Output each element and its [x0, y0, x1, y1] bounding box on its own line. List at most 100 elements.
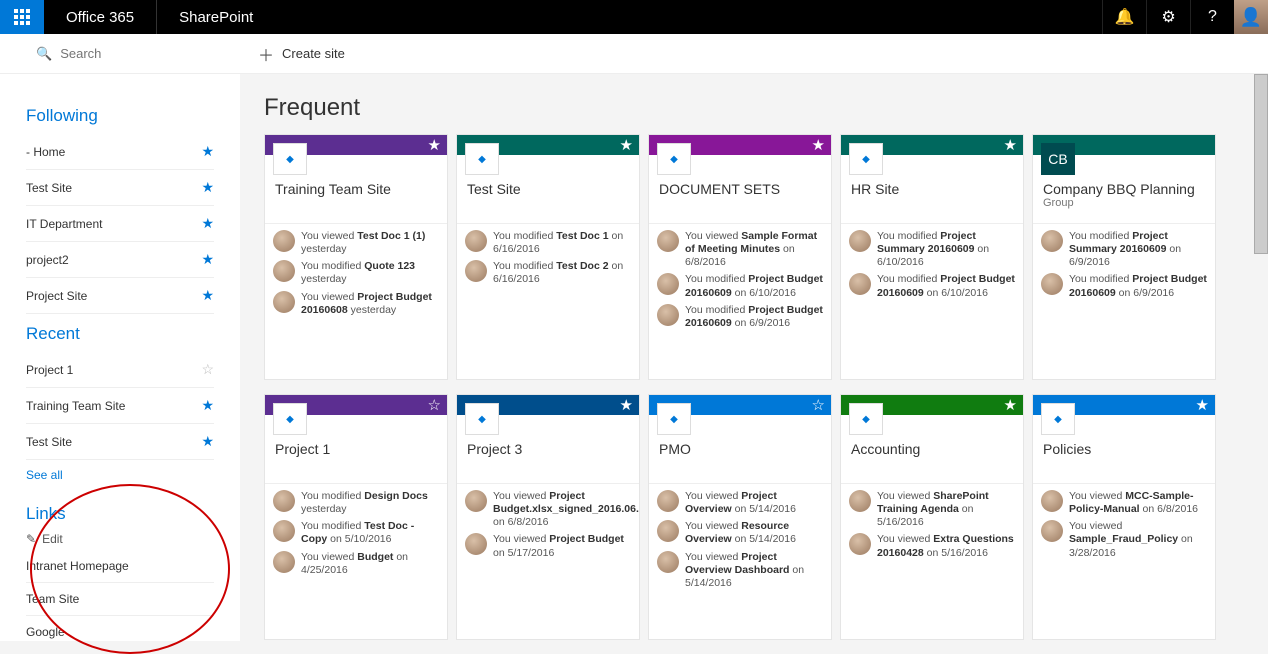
- tile-title: PMO: [659, 441, 821, 457]
- activity-item[interactable]: You viewed Project Budget 20160608 yeste…: [273, 291, 439, 317]
- site-tile[interactable]: ★◆HR SiteYou modified Project Summary 20…: [840, 134, 1024, 380]
- star-icon[interactable]: ★: [201, 397, 214, 414]
- sidebar-item[interactable]: IT Department★: [26, 206, 214, 242]
- question-icon: ?: [1208, 8, 1217, 26]
- star-icon[interactable]: ★: [201, 215, 214, 232]
- sidebar-item-label: Test Site: [26, 181, 72, 195]
- sidebar-item[interactable]: - Home★: [26, 134, 214, 170]
- follow-star-icon[interactable]: ★: [1196, 396, 1209, 414]
- site-logo: ◆: [273, 403, 307, 435]
- create-site-button[interactable]: ＋ Create site: [258, 42, 345, 66]
- activity-item[interactable]: You modified Project Budget 20160609 on …: [849, 273, 1015, 299]
- site-tile[interactable]: CBCompany BBQ PlanningGroupYou modified …: [1032, 134, 1216, 380]
- activity-avatar: [849, 533, 871, 555]
- tile-activity-list: You modified Project Summary 20160609 on…: [841, 223, 1023, 379]
- activity-item[interactable]: You viewed Budget on 4/25/2016: [273, 551, 439, 577]
- star-icon[interactable]: ★: [201, 143, 214, 160]
- sidebar-item[interactable]: Test Site ★: [26, 170, 214, 206]
- see-all-link[interactable]: See all: [26, 460, 214, 482]
- activity-item[interactable]: You viewed Project Overview on 5/14/2016: [657, 490, 823, 516]
- activity-item[interactable]: You modified Project Budget 20160609 on …: [657, 304, 823, 330]
- follow-star-icon[interactable]: ☆: [428, 396, 441, 414]
- site-tile[interactable]: ★◆PoliciesYou viewed MCC-Sample-Policy-M…: [1032, 394, 1216, 640]
- activity-item[interactable]: You modified Design Docs yesterday: [273, 490, 439, 516]
- follow-star-icon[interactable]: ★: [1004, 136, 1017, 154]
- sidebar-item[interactable]: Project Site★: [26, 278, 214, 314]
- link-item[interactable]: Google: [26, 616, 214, 641]
- activity-avatar: [273, 230, 295, 252]
- tile-band: ★◆: [457, 135, 639, 155]
- site-logo: ◆: [657, 143, 691, 175]
- activity-text: You modified Quote 123 yesterday: [301, 260, 439, 286]
- tile-band: ★◆: [457, 395, 639, 415]
- activity-item[interactable]: You modified Test Doc 1 on 6/16/2016: [465, 230, 631, 256]
- sidebar-item-label: Test Site: [26, 435, 72, 449]
- follow-star-icon[interactable]: ★: [620, 136, 633, 154]
- activity-avatar: [657, 273, 679, 295]
- star-icon[interactable]: ★: [201, 287, 214, 304]
- activity-item[interactable]: You viewed Project Budget on 5/17/2016: [465, 533, 631, 559]
- recent-header: Recent: [26, 324, 214, 344]
- sidebar-item[interactable]: Test Site ★: [26, 424, 214, 460]
- star-icon[interactable]: ☆: [201, 361, 214, 378]
- help-button[interactable]: ?: [1190, 0, 1234, 34]
- activity-item[interactable]: You viewed Project Budget.xlsx_signed_20…: [465, 490, 631, 529]
- activity-item[interactable]: You modified Project Budget 20160609 on …: [1041, 273, 1207, 299]
- notifications-button[interactable]: 🔔: [1102, 0, 1146, 34]
- site-tile[interactable]: ★◆DOCUMENT SETSYou viewed Sample Format …: [648, 134, 832, 380]
- activity-item[interactable]: You viewed Sample_Fraud_Policy on 3/28/2…: [1041, 520, 1207, 559]
- follow-star-icon[interactable]: ☆: [812, 396, 825, 414]
- suite-brand[interactable]: Office 365: [44, 0, 156, 34]
- activity-item[interactable]: You viewed Sample Format of Meeting Minu…: [657, 230, 823, 269]
- settings-button[interactable]: ⚙: [1146, 0, 1190, 34]
- activity-text: You viewed Project Overview on 5/14/2016: [685, 490, 823, 516]
- sidebar-item[interactable]: Project 1☆: [26, 352, 214, 388]
- sidebar-item[interactable]: project2★: [26, 242, 214, 278]
- site-tile[interactable]: ★◆Project 3You viewed Project Budget.xls…: [456, 394, 640, 640]
- activity-item[interactable]: You modified Test Doc - Copy on 5/10/201…: [273, 520, 439, 546]
- activity-item[interactable]: You viewed Extra Questions 20160428 on 5…: [849, 533, 1015, 559]
- scrollbar[interactable]: [1254, 74, 1268, 254]
- activity-text: You viewed SharePoint Training Agenda on…: [877, 490, 1015, 529]
- search-input[interactable]: [60, 46, 200, 61]
- activity-item[interactable]: You viewed SharePoint Training Agenda on…: [849, 490, 1015, 529]
- activity-item[interactable]: You viewed Project Overview Dashboard on…: [657, 551, 823, 590]
- activity-avatar: [849, 230, 871, 252]
- link-item[interactable]: Intranet Homepage: [26, 550, 214, 583]
- links-edit-button[interactable]: ✎ Edit: [26, 532, 214, 546]
- link-item[interactable]: Team Site: [26, 583, 214, 616]
- follow-star-icon[interactable]: ★: [620, 396, 633, 414]
- activity-item[interactable]: You viewed Resource Overview on 5/14/201…: [657, 520, 823, 546]
- tile-activity-list: You modified Design Docs yesterday You mo…: [265, 483, 447, 639]
- site-tile[interactable]: ☆◆PMOYou viewed Project Overview on 5/14…: [648, 394, 832, 640]
- activity-item[interactable]: You viewed MCC-Sample-Policy-Manual on 6…: [1041, 490, 1207, 516]
- activity-avatar: [273, 551, 295, 573]
- app-launcher-button[interactable]: [0, 0, 44, 34]
- user-avatar[interactable]: 👤: [1234, 0, 1268, 34]
- pencil-icon: ✎: [26, 532, 36, 546]
- app-name[interactable]: SharePoint: [156, 0, 275, 34]
- site-tile[interactable]: ★◆AccountingYou viewed SharePoint Traini…: [840, 394, 1024, 640]
- follow-star-icon[interactable]: ★: [428, 136, 441, 154]
- activity-item[interactable]: You viewed Test Doc 1 (1) yesterday: [273, 230, 439, 256]
- activity-item[interactable]: You modified Test Doc 2 on 6/16/2016: [465, 260, 631, 286]
- star-icon[interactable]: ★: [201, 179, 214, 196]
- star-icon[interactable]: ★: [201, 433, 214, 450]
- activity-item[interactable]: You modified Project Summary 20160609 on…: [1041, 230, 1207, 269]
- activity-item[interactable]: You modified Quote 123 yesterday: [273, 260, 439, 286]
- tile-band: CB: [1033, 135, 1215, 155]
- following-header: Following: [26, 106, 214, 126]
- activity-item[interactable]: You modified Project Summary 20160609 on…: [849, 230, 1015, 269]
- search-box[interactable]: 🔍: [0, 46, 240, 62]
- activity-avatar: [1041, 273, 1063, 295]
- sidebar-item[interactable]: Training Team Site★: [26, 388, 214, 424]
- star-icon[interactable]: ★: [201, 251, 214, 268]
- site-logo: ◆: [849, 143, 883, 175]
- tile-title: Policies: [1043, 441, 1205, 457]
- site-tile[interactable]: ★◆Training Team SiteYou viewed Test Doc …: [264, 134, 448, 380]
- activity-item[interactable]: You modified Project Budget 20160609 on …: [657, 273, 823, 299]
- site-tile[interactable]: ★◆Test SiteYou modified Test Doc 1 on 6/…: [456, 134, 640, 380]
- follow-star-icon[interactable]: ★: [812, 136, 825, 154]
- follow-star-icon[interactable]: ★: [1004, 396, 1017, 414]
- site-tile[interactable]: ☆◆Project 1You modified Design Docs yest…: [264, 394, 448, 640]
